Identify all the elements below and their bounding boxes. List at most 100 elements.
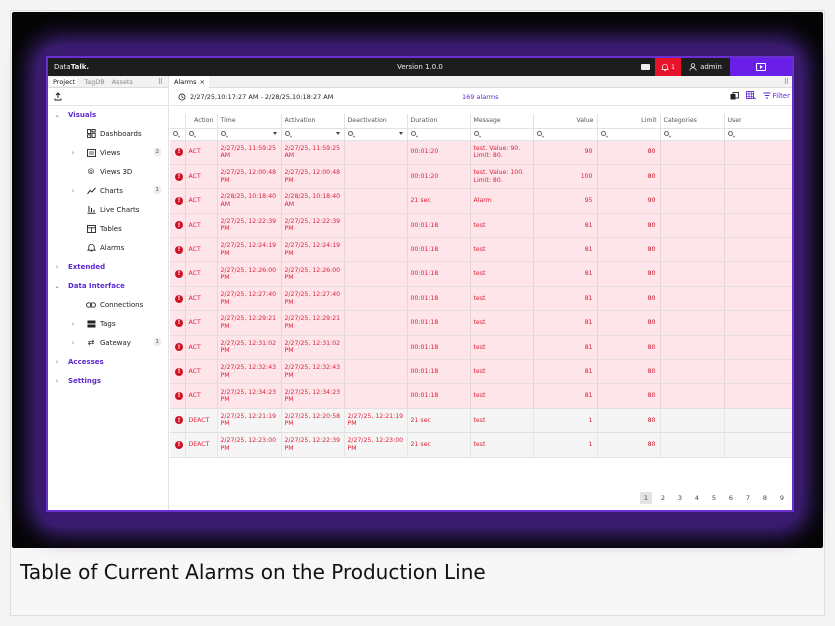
left-panel: Project TagDB Assets ⠿ ⌄ Visuals Dashboa…: [48, 76, 169, 510]
cell-limit: 80: [597, 261, 661, 287]
cell-duration: 00:01:18: [407, 286, 471, 312]
table-row[interactable]: ! ACT 2/27/25, 12:34:23 PM 2/27/25, 12:34:2…: [170, 383, 792, 409]
cell-limit: 80: [597, 286, 661, 312]
nav-views[interactable]: › Views 2: [48, 143, 169, 162]
filter-value[interactable]: [533, 128, 598, 141]
cell-action: ACT: [185, 213, 218, 239]
cell-message: test: [470, 383, 534, 409]
column-header-limit[interactable]: Limit: [597, 114, 661, 129]
page-7-button[interactable]: 7: [742, 492, 754, 504]
chat-icon[interactable]: [635, 58, 655, 76]
table-row[interactable]: ! ACT 2/27/25, 12:26:00 PM 2/27/25, 12:26:0…: [170, 261, 792, 287]
nav-live-charts[interactable]: Live Charts: [48, 200, 169, 219]
copy-icon[interactable]: [730, 91, 739, 100]
column-header-deactivation[interactable]: Deactivation: [344, 114, 408, 129]
column-header-value[interactable]: Value: [533, 114, 598, 129]
panel-drag-handle-icon[interactable]: ⠿: [158, 78, 163, 86]
table-header-row: Action Time Activation Deactivation Dura…: [170, 114, 792, 129]
table-row[interactable]: ! ACT 2/27/25, 12:31:02 PM 2/27/25, 12:31:0…: [170, 335, 792, 361]
page-8-button[interactable]: 8: [759, 492, 771, 504]
table-row[interactable]: ! ACT 2/27/25, 12:32:43 PM 2/27/25, 12:32:4…: [170, 359, 792, 385]
cell-value: 1: [533, 408, 598, 434]
nav-tags[interactable]: › Tags: [48, 314, 169, 333]
nav-views-3d[interactable]: ⦾ Views 3D: [48, 162, 169, 181]
tab-tagdb[interactable]: TagDB: [84, 78, 104, 86]
link-icon: [86, 300, 96, 310]
cell-message: test: [470, 335, 534, 361]
column-settings-icon[interactable]: [745, 91, 756, 100]
page-1-button[interactable]: 1: [640, 492, 652, 504]
cell-action: ACT: [185, 164, 218, 190]
filter-message[interactable]: [470, 128, 534, 141]
nav-data-interface[interactable]: ⌄ Data Interface: [48, 276, 169, 295]
tab-assets[interactable]: Assets: [112, 78, 133, 86]
filter-deactivation[interactable]: [344, 128, 408, 141]
close-icon[interactable]: ×: [200, 78, 205, 86]
column-header-action[interactable]: Action: [185, 114, 218, 129]
filter-time[interactable]: [217, 128, 282, 141]
cell-categories: [660, 310, 725, 336]
column-header-time[interactable]: Time: [217, 114, 282, 129]
column-header-user[interactable]: User: [724, 114, 792, 129]
tab-alarms[interactable]: Alarms ×: [170, 75, 209, 88]
filter-indicator[interactable]: [170, 128, 186, 141]
nav-extended[interactable]: › Extended: [48, 257, 169, 276]
search-icon: [600, 130, 606, 136]
presentation-mode-button[interactable]: [730, 58, 792, 76]
cell-user: [724, 408, 792, 434]
cell-limit: 80: [597, 237, 661, 263]
filter-user[interactable]: [724, 128, 792, 141]
table-row[interactable]: ! ACT 2/27/25, 12:29:21 PM 2/27/25, 12:29:2…: [170, 310, 792, 336]
table-row[interactable]: ! DEACT 2/27/25, 12:23:00 PM 2/27/25, 12:22…: [170, 432, 792, 458]
alarm-indicator-icon: !: [170, 310, 186, 336]
cell-activation: 2/27/25, 12:29:21 PM: [281, 310, 345, 336]
filter-limit[interactable]: [597, 128, 661, 141]
search-icon: [410, 130, 416, 136]
table-row[interactable]: ! DEACT 2/27/25, 12:21:19 PM 2/27/25, 12:20…: [170, 408, 792, 434]
active-alarms-button[interactable]: 1: [655, 58, 682, 76]
chevron-right-icon: ›: [71, 319, 75, 328]
page-6-button[interactable]: 6: [725, 492, 737, 504]
nav-dashboards[interactable]: Dashboards: [48, 124, 169, 143]
column-header-categories[interactable]: Categories: [660, 114, 725, 129]
chevron-right-icon: ›: [55, 357, 59, 366]
table-row[interactable]: ! ACT 2/27/25, 12:22:39 PM 2/27/25, 12:22:3…: [170, 213, 792, 239]
filter-duration[interactable]: [407, 128, 471, 141]
panel-drag-handle-icon[interactable]: ⠿: [784, 78, 789, 86]
user-menu[interactable]: admin: [681, 63, 730, 71]
page-2-button[interactable]: 2: [657, 492, 669, 504]
tab-project[interactable]: Project: [51, 77, 78, 86]
nav-tables[interactable]: Tables: [48, 219, 169, 238]
nav-alarms[interactable]: Alarms: [48, 238, 169, 257]
filter-action[interactable]: [185, 128, 218, 141]
page-5-button[interactable]: 5: [708, 492, 720, 504]
cell-message: test: [470, 310, 534, 336]
page-4-button[interactable]: 4: [691, 492, 703, 504]
table-row[interactable]: ! ACT 2/27/25, 11:59:25 AM 2/27/25, 11:59:2…: [170, 140, 792, 165]
nav-charts[interactable]: › Charts 1: [48, 181, 169, 200]
table-row[interactable]: ! ACT 2/27/25, 12:24:19 PM 2/27/25, 12:24:1…: [170, 237, 792, 263]
page-9-button[interactable]: 9: [776, 492, 788, 504]
filter-categories[interactable]: [660, 128, 725, 141]
cell-user: [724, 359, 792, 385]
cell-activation: 2/27/25, 12:27:40 PM: [281, 286, 345, 312]
date-range-picker[interactable]: 2/27/25,10:17:27 AM - 2/28/25,10:18:27 A…: [178, 93, 333, 101]
filter-button[interactable]: Filter: [763, 92, 790, 100]
export-icon[interactable]: [54, 92, 62, 101]
nav-visuals[interactable]: ⌄ Visuals: [48, 105, 169, 124]
cell-categories: [660, 383, 725, 409]
page-3-button[interactable]: 3: [674, 492, 686, 504]
line-chart-icon: [86, 186, 96, 196]
table-row[interactable]: ! ACT 2/27/25, 12:00:48 PM 2/27/25, 12:00:4…: [170, 164, 792, 190]
column-header-message[interactable]: Message: [470, 114, 534, 129]
nav-gateway[interactable]: › ⇄ Gateway 1: [48, 333, 169, 352]
column-header-duration[interactable]: Duration: [407, 114, 471, 129]
column-header-activation[interactable]: Activation: [281, 114, 345, 129]
nav-accesses[interactable]: › Accesses: [48, 352, 169, 371]
nav-connections[interactable]: Connections: [48, 295, 169, 314]
table-row[interactable]: ! ACT 2/28/25, 10:18:40 AM 2/28/25, 10:18:4…: [170, 188, 792, 214]
table-row[interactable]: ! ACT 2/27/25, 12:27:40 PM 2/27/25, 12:27:4…: [170, 286, 792, 312]
filter-activation[interactable]: [281, 128, 345, 141]
nav-settings[interactable]: › Settings: [48, 371, 169, 390]
cell-deactivation: [344, 359, 408, 385]
